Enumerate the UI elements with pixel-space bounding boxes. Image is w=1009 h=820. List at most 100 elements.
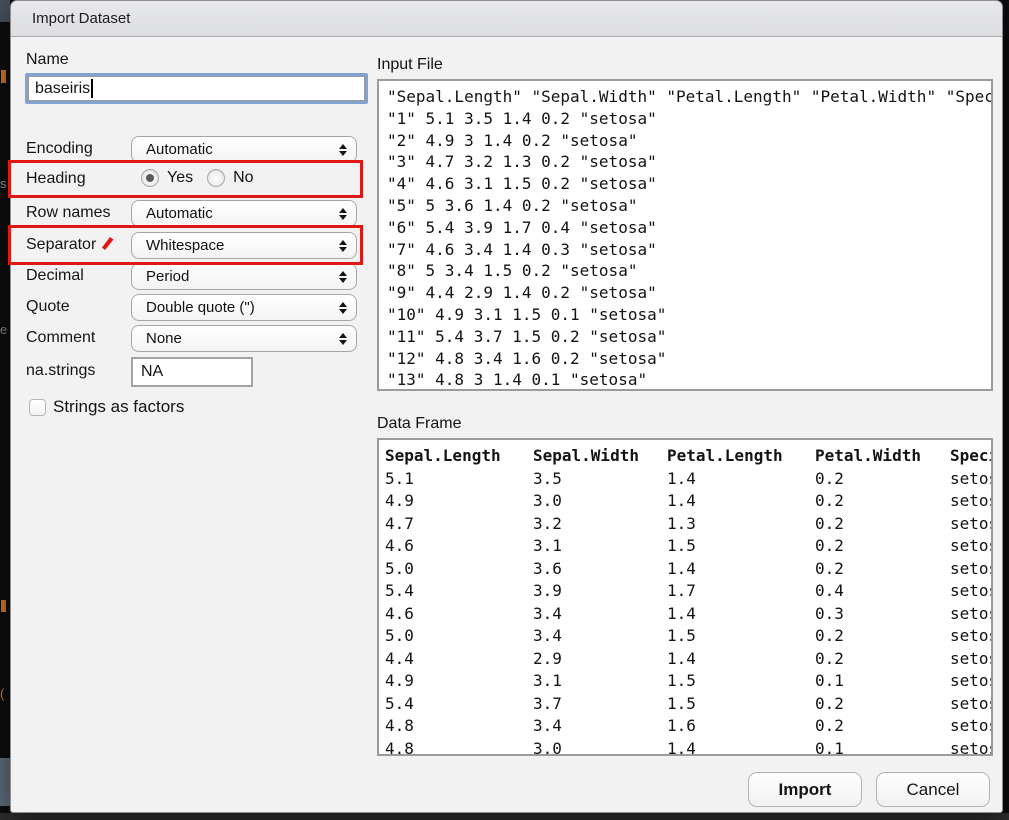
table-cell: 4.9 bbox=[385, 490, 533, 513]
name-input-value: baseiris bbox=[35, 80, 90, 98]
name-input[interactable]: baseiris bbox=[25, 73, 368, 104]
table-row: 4.4 2.9 1.4 0.2 setosa bbox=[385, 648, 991, 671]
table-cell: setosa bbox=[950, 535, 993, 558]
import-button[interactable]: Import bbox=[748, 772, 862, 807]
table-cell: 4.8 bbox=[385, 738, 533, 757]
table-cell: 1.5 bbox=[667, 625, 815, 648]
table-cell: 1.4 bbox=[667, 648, 815, 671]
table-cell: 4.9 bbox=[385, 670, 533, 693]
input-file-line: "6" 5.4 3.9 1.7 0.4 "setosa" bbox=[387, 217, 991, 239]
quote-label: Quote bbox=[26, 298, 70, 316]
table-cell: setosa bbox=[950, 603, 993, 626]
background-code-fragment bbox=[1, 70, 6, 83]
table-cell: 3.5 bbox=[533, 468, 667, 491]
table-cell: 0.3 bbox=[815, 603, 950, 626]
data-frame-preview[interactable]: Sepal.Length Sepal.Width Petal.Length Pe… bbox=[377, 438, 993, 756]
table-cell: 0.1 bbox=[815, 738, 950, 757]
separator-selected-value: Whitespace bbox=[146, 237, 224, 254]
input-file-line: "8" 5 3.4 1.5 0.2 "setosa" bbox=[387, 260, 991, 282]
decimal-label: Decimal bbox=[26, 267, 84, 285]
table-cell: 4.8 bbox=[385, 715, 533, 738]
select-stepper-icon bbox=[339, 208, 347, 220]
table-cell: 2.9 bbox=[533, 648, 667, 671]
input-file-line: "Sepal.Length" "Sepal.Width" "Petal.Leng… bbox=[387, 86, 991, 108]
input-file-preview[interactable]: "Sepal.Length" "Sepal.Width" "Petal.Leng… bbox=[377, 79, 993, 391]
text-caret bbox=[91, 79, 93, 98]
separator-edited-pencil-icon bbox=[101, 237, 114, 251]
table-cell: 0.1 bbox=[815, 670, 950, 693]
table-row: 5.0 3.4 1.5 0.2 setosa bbox=[385, 625, 991, 648]
table-cell: setosa bbox=[950, 490, 993, 513]
table-cell: 5.0 bbox=[385, 558, 533, 581]
comment-select[interactable]: None bbox=[131, 325, 357, 352]
quote-selected-value: Double quote (") bbox=[146, 299, 255, 316]
background-code-fragment: s bbox=[0, 176, 7, 191]
column-header: Species bbox=[950, 445, 993, 468]
rownames-selected-value: Automatic bbox=[146, 205, 213, 222]
heading-radio-group: Yes No bbox=[141, 169, 260, 187]
table-row: 5.0 3.6 1.4 0.2 setosa bbox=[385, 558, 991, 581]
table-cell: setosa bbox=[950, 738, 993, 757]
table-cell: 3.1 bbox=[533, 670, 667, 693]
table-cell: 3.0 bbox=[533, 738, 667, 757]
table-cell: setosa bbox=[950, 580, 993, 603]
dialog-titlebar[interactable]: Import Dataset bbox=[11, 1, 1002, 37]
strings-as-factors-label: Strings as factors bbox=[53, 397, 184, 417]
select-stepper-icon bbox=[339, 333, 347, 345]
table-cell: 3.6 bbox=[533, 558, 667, 581]
table-cell: 5.0 bbox=[385, 625, 533, 648]
table-row: 5.1 3.5 1.4 0.2 setosa bbox=[385, 468, 991, 491]
table-row: 5.4 3.7 1.5 0.2 setosa bbox=[385, 693, 991, 716]
background-code-fragment: e bbox=[0, 322, 7, 337]
rownames-select[interactable]: Automatic bbox=[131, 200, 357, 227]
column-header: Sepal.Length bbox=[385, 445, 533, 468]
table-row: 4.8 3.0 1.4 0.1 setosa bbox=[385, 738, 991, 757]
table-row: 4.6 3.4 1.4 0.3 setosa bbox=[385, 603, 991, 626]
separator-select[interactable]: Whitespace bbox=[131, 232, 357, 259]
table-cell: 4.6 bbox=[385, 535, 533, 558]
table-cell: 3.4 bbox=[533, 715, 667, 738]
table-row: 5.4 3.9 1.7 0.4 setosa bbox=[385, 580, 991, 603]
table-cell: 3.7 bbox=[533, 693, 667, 716]
nastrings-input[interactable]: NA bbox=[131, 357, 253, 387]
background-code-fragment bbox=[1, 600, 6, 612]
select-stepper-icon bbox=[339, 271, 347, 283]
table-cell: 5.4 bbox=[385, 693, 533, 716]
quote-select[interactable]: Double quote (") bbox=[131, 294, 357, 321]
select-stepper-icon bbox=[339, 240, 347, 252]
table-cell: 0.4 bbox=[815, 580, 950, 603]
screen: s e ( Import Dataset Name baseiris Encod… bbox=[0, 0, 1009, 820]
table-cell: 1.7 bbox=[667, 580, 815, 603]
cancel-button[interactable]: Cancel bbox=[876, 772, 990, 807]
encoding-select[interactable]: Automatic bbox=[131, 136, 357, 163]
input-file-line: "11" 5.4 3.7 1.5 0.2 "setosa" bbox=[387, 326, 991, 348]
table-cell: 1.3 bbox=[667, 513, 815, 536]
strings-as-factors-checkbox[interactable] bbox=[29, 399, 46, 416]
table-cell: setosa bbox=[950, 648, 993, 671]
table-header-row: Sepal.Length Sepal.Width Petal.Length Pe… bbox=[385, 445, 991, 468]
table-row: 4.9 3.0 1.4 0.2 setosa bbox=[385, 490, 991, 513]
table-cell: 1.4 bbox=[667, 558, 815, 581]
table-cell: 0.2 bbox=[815, 490, 950, 513]
heading-no-radio[interactable] bbox=[207, 169, 225, 187]
table-cell: 1.5 bbox=[667, 670, 815, 693]
input-file-label: Input File bbox=[377, 56, 443, 74]
nastrings-input-value: NA bbox=[141, 363, 163, 381]
table-cell: 0.2 bbox=[815, 715, 950, 738]
comment-selected-value: None bbox=[146, 330, 182, 347]
decimal-select[interactable]: Period bbox=[131, 263, 357, 290]
rownames-label: Row names bbox=[26, 204, 110, 222]
encoding-label: Encoding bbox=[26, 140, 93, 158]
input-file-line: "2" 4.9 3 1.4 0.2 "setosa" bbox=[387, 130, 991, 152]
heading-yes-radio[interactable] bbox=[141, 169, 159, 187]
table-row: 4.8 3.4 1.6 0.2 setosa bbox=[385, 715, 991, 738]
decimal-selected-value: Period bbox=[146, 268, 189, 285]
table-cell: 4.6 bbox=[385, 603, 533, 626]
background-app-edge bbox=[0, 758, 10, 806]
dialog-title: Import Dataset bbox=[32, 10, 130, 27]
heading-yes-label: Yes bbox=[167, 169, 193, 187]
column-header: Sepal.Width bbox=[533, 445, 667, 468]
table-cell: 0.2 bbox=[815, 648, 950, 671]
select-stepper-icon bbox=[339, 144, 347, 156]
table-cell: 4.7 bbox=[385, 513, 533, 536]
